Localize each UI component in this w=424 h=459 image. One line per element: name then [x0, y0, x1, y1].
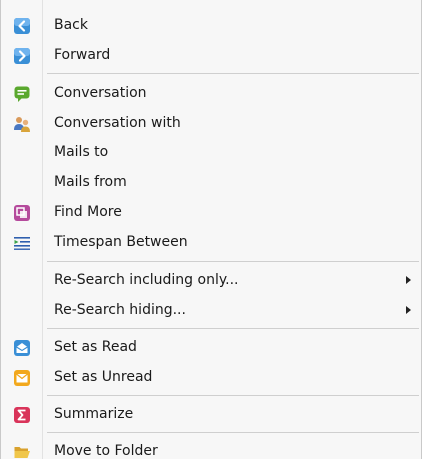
find-more-icon [13, 204, 31, 222]
menu-separator [47, 73, 419, 74]
timespan-icon [13, 234, 31, 252]
menu-item-label: Find More [54, 204, 122, 220]
conversation-icon [13, 85, 31, 103]
menu-item-label: Summarize [54, 406, 134, 422]
menu-separator [47, 328, 419, 329]
menu-item-move-to-folder[interactable]: Move to Folder [1, 437, 421, 459]
menu-item-label: Re-Search including only... [54, 272, 239, 288]
menu-item-mails-to[interactable]: Mails to [1, 138, 421, 166]
menu-item-label: Mails to [54, 144, 109, 160]
menu-item-set-as-read[interactable]: Set as Read [1, 333, 421, 361]
menu-separator [47, 261, 419, 262]
menu-item-label: Conversation with [54, 115, 181, 131]
unread-envelope-icon [13, 369, 31, 387]
menu-item-mails-from[interactable]: Mails from [1, 168, 421, 196]
menu-item-label: Forward [54, 47, 111, 63]
menu-item-label: Re-Search hiding... [54, 302, 186, 318]
menu-item-forward[interactable]: Forward [1, 41, 421, 69]
menu-item-research-hiding[interactable]: Re-Search hiding... [1, 296, 421, 324]
menu-item-label: Move to Folder [54, 443, 158, 459]
menu-item-set-as-unread[interactable]: Set as Unread [1, 363, 421, 391]
menu-separator [47, 395, 419, 396]
people-icon [13, 115, 31, 133]
menu-item-label: Set as Read [54, 339, 137, 355]
menu-item-label: Set as Unread [54, 369, 153, 385]
menu-item-summarize[interactable]: Summarize [1, 400, 421, 428]
menu-item-find-more[interactable]: Find More [1, 198, 421, 226]
menu-item-label: Timespan Between [54, 234, 188, 250]
back-arrow-icon [13, 17, 31, 35]
menu-item-label: Mails from [54, 174, 127, 190]
menu-item-conversation[interactable]: Conversation [1, 79, 421, 107]
menu-item-timespan-between[interactable]: Timespan Between [1, 228, 421, 256]
menu-item-research-including-only[interactable]: Re-Search including only... [1, 266, 421, 294]
sigma-icon [13, 406, 31, 424]
menu-separator [47, 432, 419, 433]
forward-arrow-icon [13, 47, 31, 65]
context-menu: Back Forward Conversation Conversation w… [0, 0, 422, 459]
menu-item-label: Conversation [54, 85, 147, 101]
read-envelope-icon [13, 339, 31, 357]
folder-icon [13, 443, 31, 459]
submenu-arrow-icon [406, 306, 411, 314]
menu-item-back[interactable]: Back [1, 11, 421, 39]
submenu-arrow-icon [406, 276, 411, 284]
menu-item-label: Back [54, 17, 88, 33]
menu-item-conversation-with[interactable]: Conversation with [1, 109, 421, 137]
